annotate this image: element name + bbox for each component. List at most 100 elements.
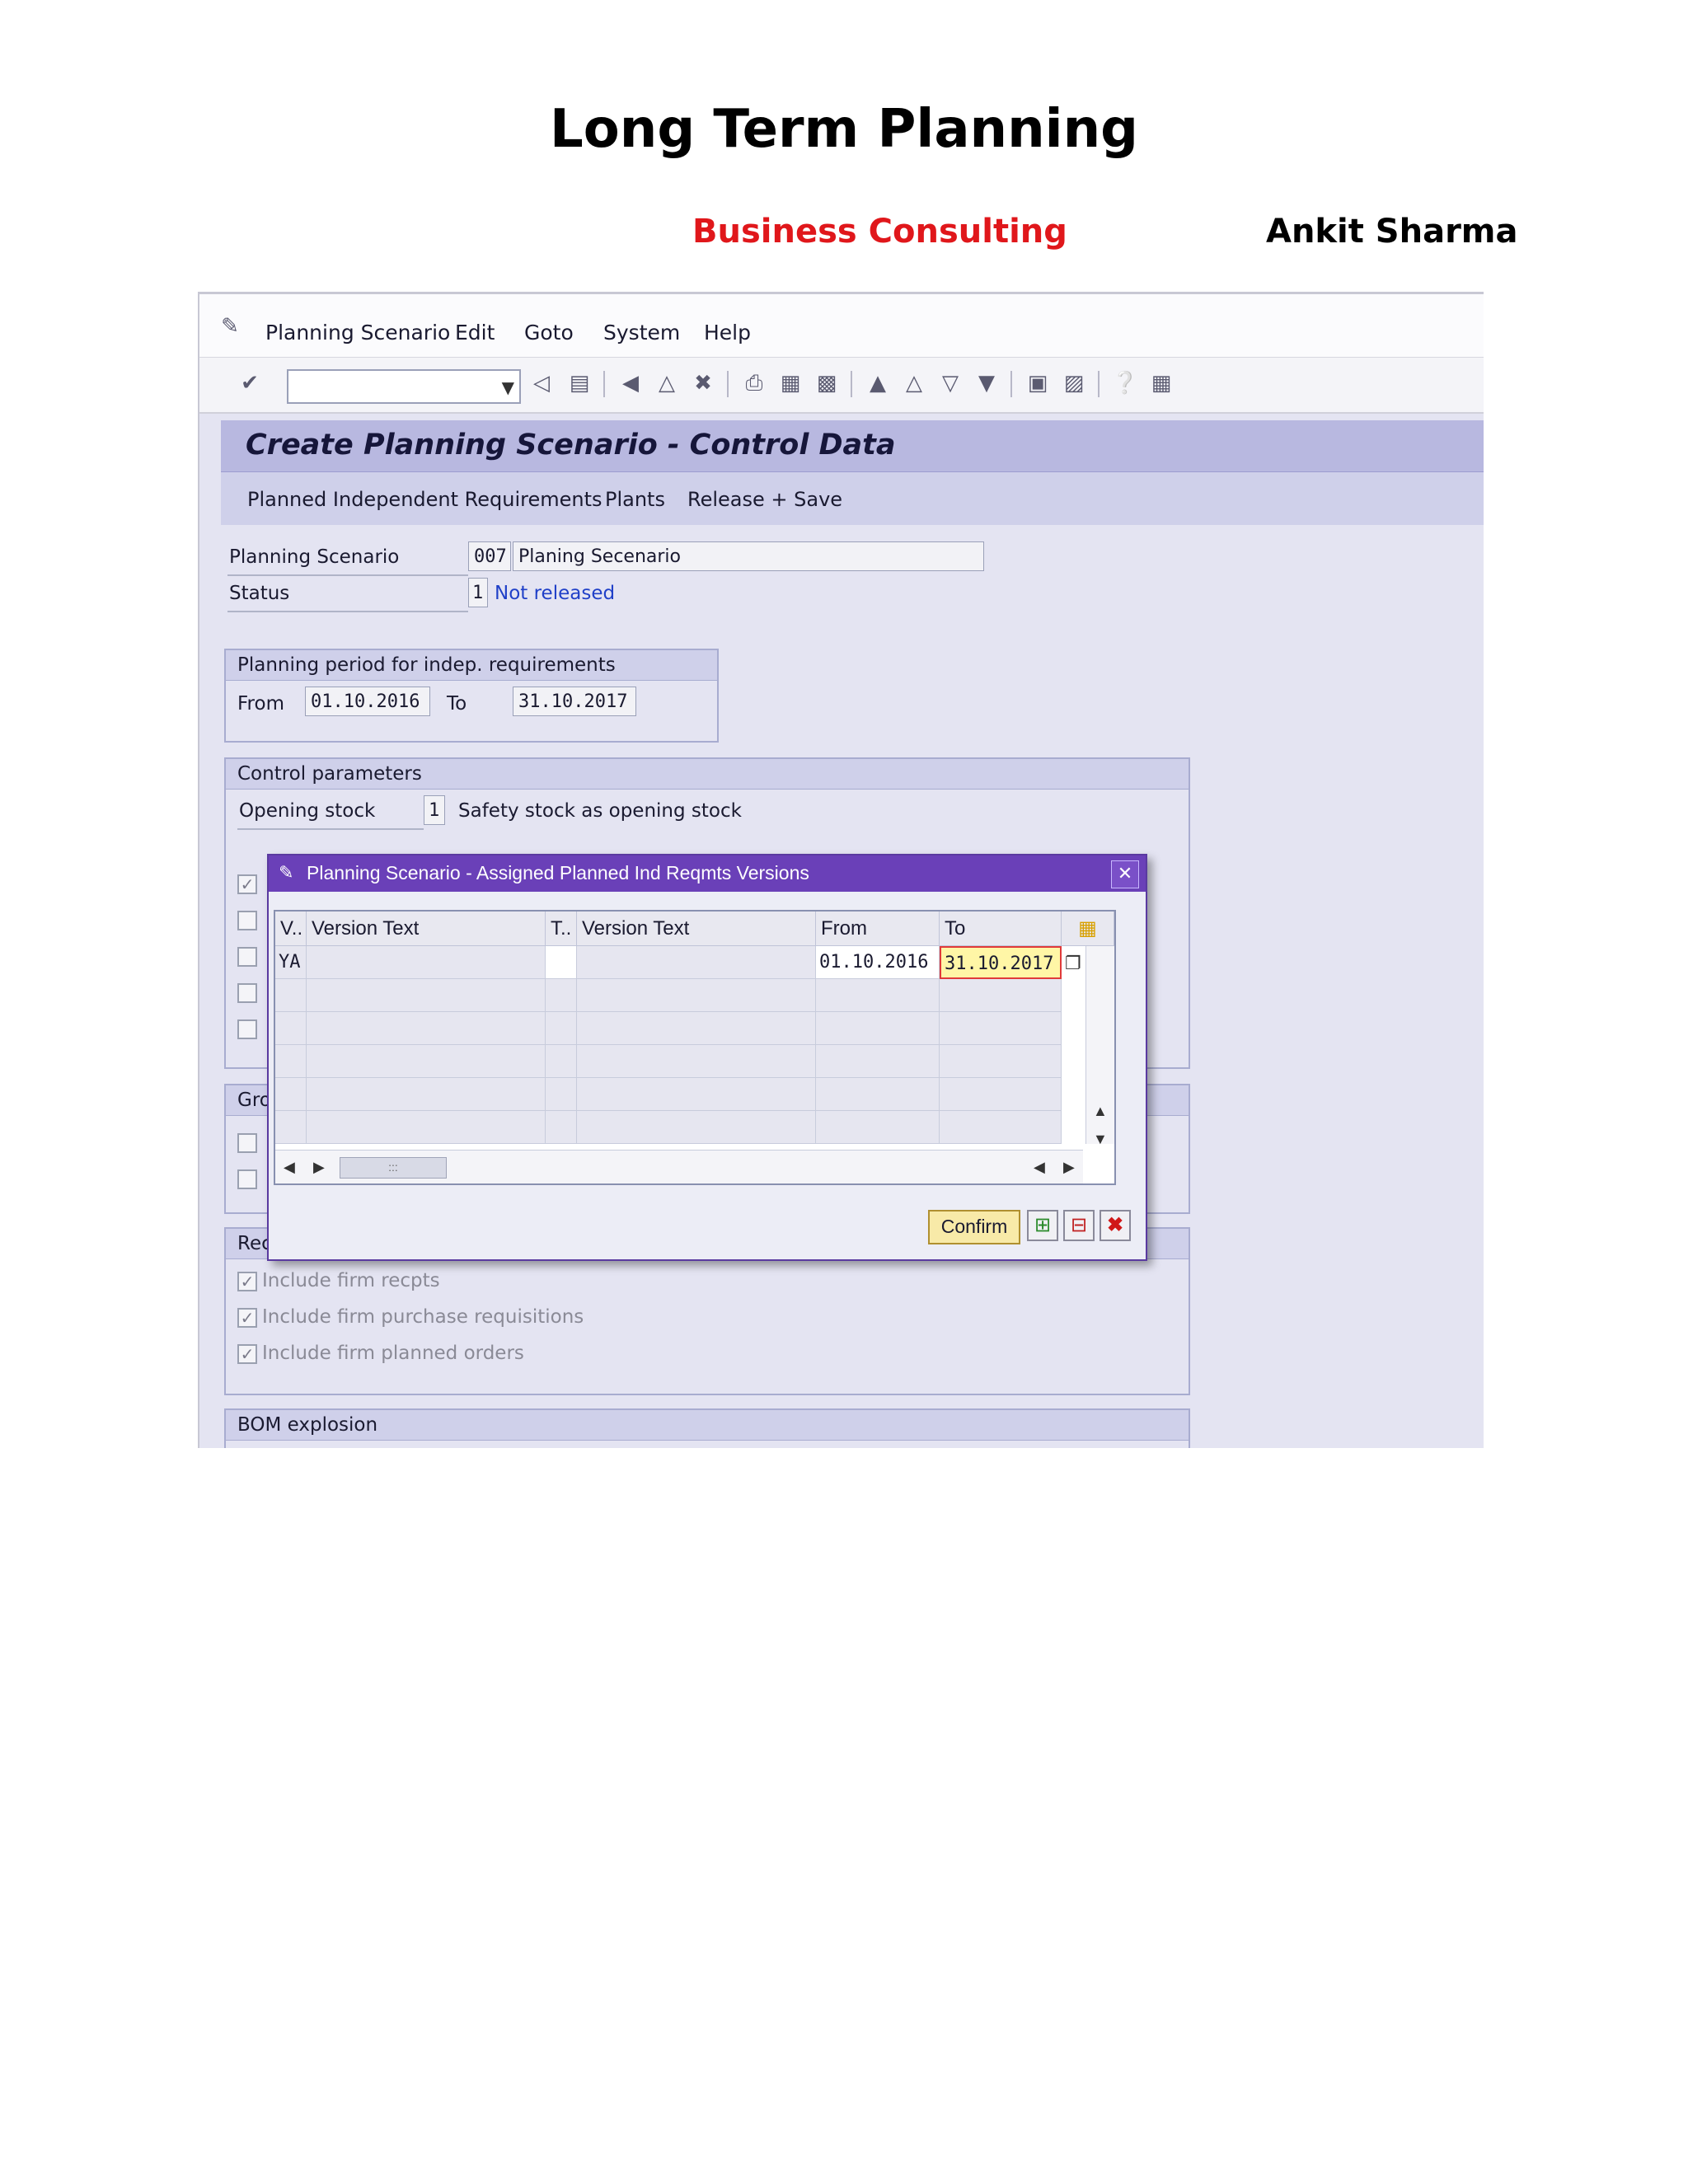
cancel-icon[interactable]: ✖ <box>689 369 717 397</box>
control-option-checkbox-3[interactable] <box>237 947 257 967</box>
table-row[interactable] <box>940 979 1062 1012</box>
menu-goto[interactable]: Goto <box>524 321 574 344</box>
table-cell-version-text[interactable] <box>307 946 546 979</box>
scroll-left-icon[interactable]: ◀ <box>284 1159 295 1176</box>
back-arrow-icon[interactable]: ◁ <box>528 369 556 397</box>
command-field[interactable]: ▼ <box>287 369 521 404</box>
menu-edit[interactable]: Edit <box>455 321 495 344</box>
cancel-icon[interactable]: ✖ <box>1100 1210 1131 1241</box>
back-icon[interactable]: ◀ <box>617 369 645 397</box>
include-firm-planned-orders-checkbox[interactable]: ✓ <box>237 1344 257 1364</box>
find-icon[interactable]: ▦ <box>776 369 804 397</box>
table-row[interactable] <box>940 1078 1062 1111</box>
dialog-close-icon[interactable]: ✕ <box>1111 860 1139 888</box>
scroll-up-icon[interactable]: ▲ <box>1093 1103 1108 1120</box>
table-cell-type[interactable] <box>546 946 577 979</box>
shortcut-icon[interactable]: ▨ <box>1060 369 1088 397</box>
table-row[interactable] <box>940 1012 1062 1045</box>
table-row[interactable] <box>546 1012 577 1045</box>
print-icon[interactable]: ⎙ <box>740 369 768 397</box>
control-option-checkbox-2[interactable] <box>237 911 257 930</box>
table-row[interactable] <box>546 1045 577 1078</box>
table-row[interactable] <box>816 1012 940 1045</box>
next-page-icon[interactable]: ▽ <box>936 369 964 397</box>
first-page-icon[interactable]: ▲ <box>864 369 892 397</box>
col-header-version-text[interactable]: Version Text <box>307 912 546 946</box>
confirm-button[interactable]: Confirm <box>928 1210 1020 1244</box>
control-option-checkbox-5[interactable] <box>237 1019 257 1039</box>
menu-system[interactable]: System <box>603 321 680 344</box>
release-save-button[interactable]: Release + Save <box>687 488 842 511</box>
col-header-from[interactable]: From <box>816 912 940 946</box>
table-row[interactable] <box>577 1111 816 1144</box>
table-row[interactable] <box>307 979 546 1012</box>
table-row[interactable] <box>275 1045 307 1078</box>
table-row[interactable] <box>577 979 816 1012</box>
table-row[interactable] <box>307 1078 546 1111</box>
period-from-field[interactable]: 01.10.2016 <box>305 687 430 716</box>
table-row[interactable] <box>577 1045 816 1078</box>
period-to-field[interactable]: 31.10.2017 <box>513 687 636 716</box>
table-cell-version[interactable]: YA <box>275 946 307 979</box>
new-session-icon[interactable]: ▣ <box>1024 369 1052 397</box>
delete-row-icon[interactable]: ⊟ <box>1063 1210 1095 1241</box>
status-field[interactable]: 1 <box>468 578 488 607</box>
plants-button[interactable]: Plants <box>605 488 665 511</box>
table-row[interactable] <box>816 979 940 1012</box>
table-row[interactable] <box>275 1012 307 1045</box>
table-row[interactable] <box>816 1045 940 1078</box>
horizontal-scrollbar[interactable]: ◀ ▶ ::: ◀ ▶ <box>275 1150 1083 1183</box>
col-header-type[interactable]: T.. <box>546 912 577 946</box>
scroll-right-icon[interactable]: ▶ <box>313 1159 325 1176</box>
table-row[interactable] <box>307 1012 546 1045</box>
table-row[interactable] <box>577 1012 816 1045</box>
vertical-scrollbar[interactable]: ▲ ▼ <box>1085 946 1114 1147</box>
last-page-icon[interactable]: ▼ <box>973 369 1001 397</box>
table-row[interactable] <box>275 979 307 1012</box>
opening-stock-field[interactable]: 1 <box>424 795 445 825</box>
control-option-checkbox-4[interactable] <box>237 983 257 1003</box>
table-row[interactable] <box>307 1045 546 1078</box>
menu-exit-icon[interactable]: ✎ <box>216 312 244 340</box>
planned-indep-requirements-button[interactable]: Planned Independent Requirements <box>247 488 603 511</box>
col-header-version-text-2[interactable]: Version Text <box>577 912 816 946</box>
table-cell-version-text-2[interactable] <box>577 946 816 979</box>
include-firm-purchase-requisitions-checkbox[interactable]: ✓ <box>237 1308 257 1328</box>
save-icon[interactable]: ▤ <box>565 369 593 397</box>
menu-help[interactable]: Help <box>704 321 751 344</box>
previous-page-icon[interactable]: △ <box>900 369 928 397</box>
planning-scenario-field[interactable]: 007 <box>468 541 511 571</box>
scroll-left-icon-2[interactable]: ◀ <box>1034 1159 1045 1176</box>
table-row[interactable] <box>275 1078 307 1111</box>
scroll-thumb[interactable]: ::: <box>340 1157 447 1179</box>
dropdown-arrow-icon[interactable]: ▼ <box>502 377 514 397</box>
table-row[interactable] <box>816 1111 940 1144</box>
insert-row-icon[interactable]: ⊞ <box>1027 1210 1058 1241</box>
table-row[interactable] <box>546 1078 577 1111</box>
column-settings-icon[interactable]: ▦ <box>1062 912 1114 946</box>
control-option-checkbox-1[interactable]: ✓ <box>237 874 257 894</box>
table-cell-to[interactable]: 31.10.2017 <box>940 946 1062 979</box>
table-cell-from[interactable]: 01.10.2016 <box>816 946 940 979</box>
table-row[interactable] <box>940 1111 1062 1144</box>
planning-scenario-text-field[interactable]: Planing Secenario <box>513 541 984 571</box>
group-option-checkbox-2[interactable] <box>237 1169 257 1189</box>
table-row[interactable] <box>546 979 577 1012</box>
table-row[interactable] <box>577 1078 816 1111</box>
table-row[interactable] <box>940 1045 1062 1078</box>
exit-icon[interactable]: △ <box>653 369 681 397</box>
include-firm-recpts-checkbox[interactable]: ✓ <box>237 1272 257 1291</box>
scroll-down-icon[interactable]: ▼ <box>1093 1131 1108 1148</box>
table-row[interactable] <box>307 1111 546 1144</box>
help-icon[interactable]: ❔ <box>1111 369 1139 397</box>
table-row[interactable] <box>546 1111 577 1144</box>
scroll-right-icon-2[interactable]: ▶ <box>1063 1159 1075 1176</box>
col-header-version[interactable]: V.. <box>275 912 307 946</box>
find-next-icon[interactable]: ▩ <box>813 369 841 397</box>
table-row[interactable] <box>275 1111 307 1144</box>
col-header-to[interactable]: To <box>940 912 1062 946</box>
layout-menu-icon[interactable]: ▦ <box>1147 369 1175 397</box>
enter-check-icon[interactable]: ✔ <box>236 369 264 397</box>
table-row[interactable] <box>816 1078 940 1111</box>
menu-planning-scenario[interactable]: Planning Scenario <box>265 321 450 344</box>
